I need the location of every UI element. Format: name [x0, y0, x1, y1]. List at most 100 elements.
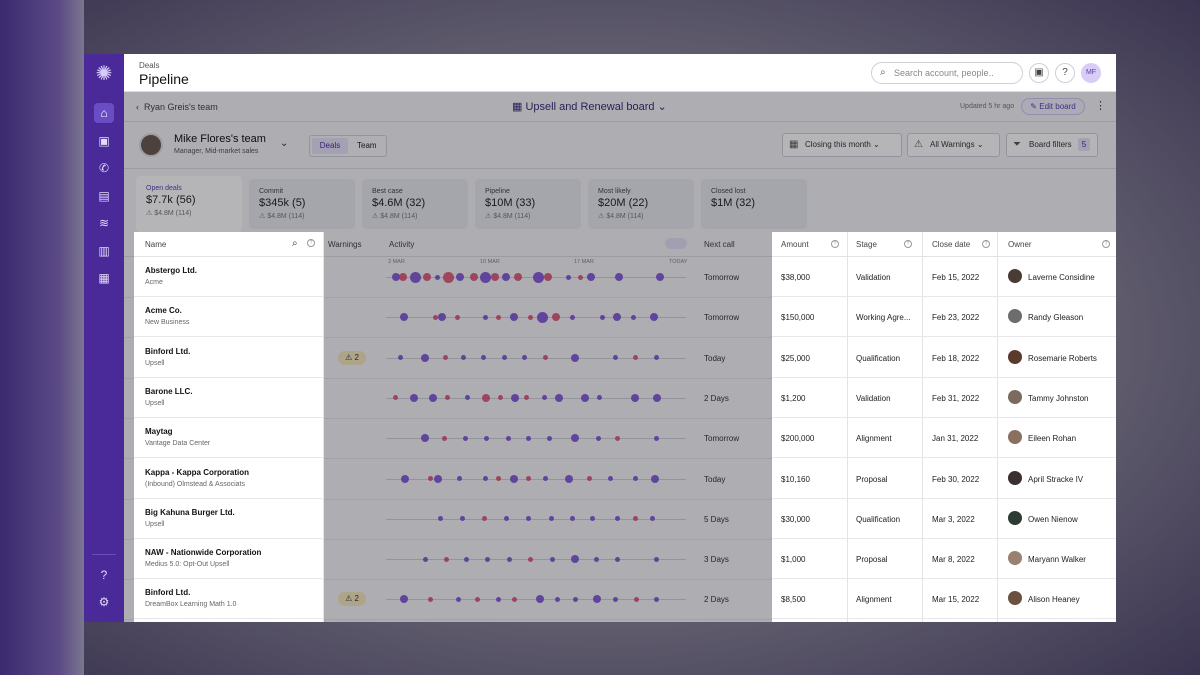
activity-dot[interactable] — [569, 516, 575, 522]
activity-dot[interactable] — [542, 476, 548, 481]
activity-dot[interactable] — [523, 395, 529, 401]
activity-dot[interactable] — [399, 273, 407, 281]
activity-dot[interactable] — [401, 474, 409, 483]
activity-dot[interactable] — [632, 516, 638, 522]
activity-dot[interactable] — [525, 435, 531, 441]
activity-dot[interactable] — [544, 273, 552, 281]
info-icon[interactable]: ? — [831, 240, 839, 248]
table-row[interactable]: $1,000 Proposal Mar 8, 2022 Maryann Walker — [772, 539, 1116, 580]
activity-dot[interactable] — [599, 314, 605, 320]
tab-deals[interactable]: Deals — [312, 138, 348, 154]
activity-dot[interactable] — [400, 595, 408, 604]
info-icon[interactable]: ? — [904, 240, 912, 248]
closing-filter[interactable]: ▦ Closing this month ⌄ — [782, 133, 902, 157]
activity-dot[interactable] — [649, 516, 655, 522]
activity-dot[interactable] — [510, 474, 518, 483]
activity-dot[interactable] — [432, 314, 438, 320]
table-row[interactable]: $8,500 Alignment Mar 15, 2022 Alison Heaney — [772, 579, 1116, 620]
back-link[interactable]: ‹ Ryan Greis's team — [136, 102, 218, 112]
owner-name[interactable]: Maryann Walker — [1028, 555, 1086, 564]
activity-dot[interactable] — [480, 355, 486, 361]
account-name[interactable]: Maytag — [145, 427, 173, 436]
activity-dot[interactable] — [429, 393, 437, 402]
activity-dot[interactable] — [479, 271, 491, 283]
activity-dot[interactable] — [589, 516, 595, 522]
table-row[interactable]: $38,000 Validation Feb 15, 2022 Laverne Con… — [772, 257, 1116, 297]
table-row[interactable]: Big Kahuna Burger Ltd. Upsell — [134, 499, 324, 539]
table-row[interactable]: $150,000 Working Agre... Feb 23, 2022 Randy… — [772, 297, 1116, 338]
activity-dot[interactable] — [565, 474, 573, 483]
owner-name[interactable]: Owen Nienow — [1028, 515, 1078, 524]
activity-dot[interactable] — [502, 273, 510, 281]
card-open-deals[interactable]: Open deals $7.7k (56) ⚠ $4.8M (114) — [136, 176, 242, 232]
activity-dot[interactable] — [632, 476, 638, 481]
activity-dot[interactable] — [474, 596, 480, 602]
activity-dot[interactable] — [497, 395, 503, 401]
activity-dot[interactable] — [506, 556, 512, 562]
owner-name[interactable]: Laverne Considine — [1028, 273, 1095, 282]
activity-dot[interactable] — [650, 313, 658, 322]
activity-dot[interactable] — [495, 314, 501, 320]
activity-dot[interactable] — [633, 596, 639, 602]
activity-dot[interactable] — [443, 556, 449, 562]
table-row[interactable]: NAW - Nationwide Corporation Medius 5.0: … — [134, 539, 324, 580]
info-icon[interactable]: ? — [307, 239, 315, 247]
tasks-icon[interactable]: ▣ — [1029, 63, 1049, 83]
table-row[interactable]: Acme Co. New Business — [134, 297, 324, 338]
activity-dot[interactable] — [483, 435, 489, 441]
activity-dot[interactable] — [505, 435, 511, 441]
card-commit[interactable]: Commit $345k (5) ⚠ $4.8M (114) — [249, 179, 355, 229]
activity-dot[interactable] — [482, 314, 488, 320]
activity-dot[interactable] — [565, 274, 571, 280]
card-best-case[interactable]: Best case $4.6M (32) ⚠ $4.8M (114) — [362, 179, 468, 229]
signal-icon[interactable]: ≋ — [94, 213, 114, 233]
owner-name[interactable]: Alison Heaney — [1028, 595, 1080, 604]
activity-dot[interactable] — [651, 474, 659, 483]
activity-dot[interactable] — [653, 556, 659, 562]
activity-dot[interactable] — [510, 313, 518, 322]
table-row[interactable]: $30,000 Qualification Mar 3, 2022 Owen Nien… — [772, 499, 1116, 539]
table-row[interactable]: Binford Ltd. Upsell — [134, 338, 324, 378]
activity-dot[interactable] — [581, 393, 589, 402]
activity-dot[interactable] — [525, 516, 531, 522]
activity-dot[interactable] — [586, 476, 592, 481]
activity-dot[interactable] — [462, 435, 468, 441]
activity-dot[interactable] — [456, 273, 464, 281]
activity-dot[interactable] — [631, 393, 639, 402]
activity-dot[interactable] — [463, 556, 469, 562]
calendar-icon[interactable]: ▦ — [94, 268, 114, 288]
table-row[interactable]: Barone LLC. Upsell — [134, 378, 324, 418]
search-icon[interactable]: ⌕ — [292, 238, 298, 249]
activity-dot[interactable] — [527, 556, 533, 562]
activity-dot[interactable] — [392, 395, 398, 401]
card-pipeline[interactable]: Pipeline $10M (33) ⚠ $4.8M (114) — [475, 179, 581, 229]
activity-dot[interactable] — [501, 355, 507, 361]
user-avatar[interactable]: MF — [1081, 63, 1101, 83]
activity-dot[interactable] — [552, 313, 560, 322]
activity-dot[interactable] — [596, 395, 602, 401]
activity-dot[interactable] — [555, 393, 563, 402]
activity-dot[interactable] — [491, 273, 499, 281]
account-name[interactable]: Barone LLC. — [145, 387, 193, 396]
activity-dot[interactable] — [614, 435, 620, 441]
table-row[interactable]: $1,200 Validation Feb 31, 2022 Tammy Johnst… — [772, 378, 1116, 418]
activity-dot[interactable] — [442, 355, 448, 361]
activity-dot[interactable] — [548, 516, 554, 522]
activity-dot[interactable] — [614, 516, 620, 522]
activity-dot[interactable] — [653, 393, 661, 402]
table-row[interactable]: $10,160 Proposal Feb 30, 2022 April Stracke… — [772, 459, 1116, 499]
owner-name[interactable]: Tammy Johnston — [1028, 394, 1088, 403]
info-icon[interactable]: ? — [1102, 240, 1110, 248]
activity-dot[interactable] — [525, 476, 531, 481]
activity-dot[interactable] — [511, 596, 517, 602]
activity-dot[interactable] — [397, 355, 403, 361]
activity-dot[interactable] — [549, 556, 555, 562]
activity-dot[interactable] — [653, 596, 659, 602]
tab-team[interactable]: Team — [357, 141, 377, 150]
activity-dot[interactable] — [442, 271, 454, 283]
activity-dot[interactable] — [422, 556, 428, 562]
activity-dot[interactable] — [595, 435, 601, 441]
activity-dot[interactable] — [571, 353, 579, 362]
activity-dot[interactable] — [612, 596, 618, 602]
activity-dot[interactable] — [484, 556, 490, 562]
